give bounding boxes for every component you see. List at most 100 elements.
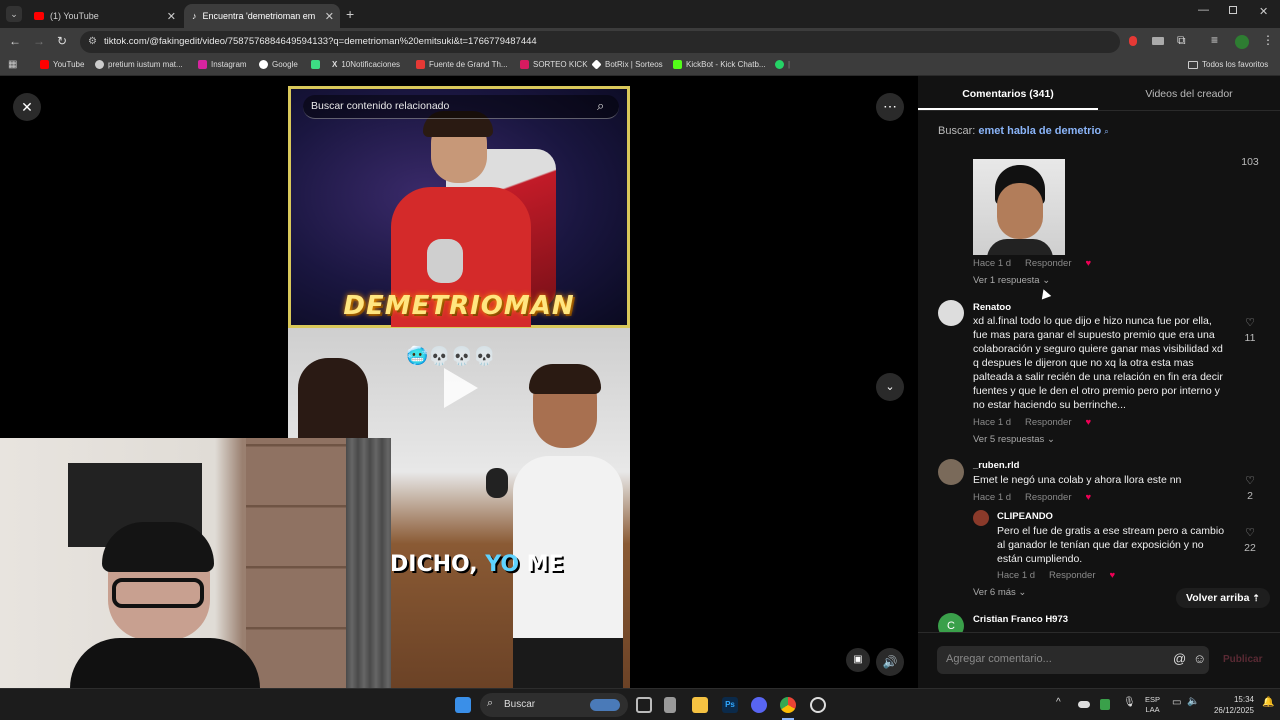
avatar[interactable]	[938, 459, 964, 485]
related-search-bar[interactable]: Buscar contenido relacionado ⌕	[303, 95, 619, 119]
bookmark-gta[interactable]: Fuente de Grand Th...	[416, 60, 508, 69]
more-options-button[interactable]: ⋯	[876, 93, 904, 121]
avatar[interactable]	[973, 510, 989, 526]
comment-username[interactable]: CLIPEANDO	[997, 511, 1053, 522]
comment-text: xd al.final todo lo que dijo e hizo nunc…	[973, 315, 1223, 411]
volume-icon[interactable]: 🔈	[1187, 696, 1199, 707]
add-comment-input[interactable]: Agregar comentario... @ ☺	[937, 646, 1209, 674]
view-replies-button[interactable]: Ver 1 respuesta ⌄	[973, 275, 1050, 286]
address-bar[interactable]: ⚙ tiktok.com/@fakingedit/video/758757688…	[80, 31, 1120, 53]
windows-start-icon[interactable]	[455, 697, 471, 713]
reply-button[interactable]: Responder	[1049, 570, 1095, 581]
reply-button[interactable]: Responder	[1025, 258, 1071, 269]
media-icon[interactable]: ≡	[1211, 33, 1218, 47]
bookmark-youtube[interactable]: YouTube	[40, 60, 84, 69]
pip-button[interactable]: ▣	[846, 648, 870, 672]
puzzle-icon[interactable]: ⧉	[1177, 33, 1186, 48]
widgets-icon[interactable]	[664, 697, 676, 713]
back-icon[interactable]: ←	[9, 34, 21, 48]
bookmark-pretium[interactable]: pretium iustum mat...	[95, 60, 183, 69]
comment-text: Pero el fue de gratis a ese stream pero …	[997, 525, 1225, 565]
close-tab-icon[interactable]: ✕	[167, 10, 176, 23]
creator-like-icon[interactable]: ♥	[1110, 570, 1116, 581]
tab-search-button[interactable]: ⌄	[6, 6, 22, 22]
related-search-input[interactable]: Buscar contenido relacionado	[311, 100, 449, 112]
avatar[interactable]	[938, 300, 964, 326]
input-language[interactable]: ESP LAA	[1145, 695, 1160, 715]
emoji-icon[interactable]: ☺	[1193, 651, 1206, 666]
tab-comments[interactable]: Comentarios (341)	[918, 88, 1098, 100]
apps-icon[interactable]: ▦	[8, 59, 17, 70]
reload-icon[interactable]: ↻	[57, 34, 67, 48]
interview-microphone	[486, 468, 508, 498]
profile-avatar[interactable]	[1235, 35, 1249, 49]
view-more-replies-button[interactable]: Ver 6 más ⌄	[973, 587, 1026, 598]
extension-icon[interactable]	[1152, 37, 1164, 45]
bookmark-label: BotRix | Sorteos	[605, 60, 663, 69]
bookmark-extension[interactable]	[311, 60, 320, 69]
discord-icon[interactable]	[751, 697, 767, 713]
bookmark-instagram[interactable]: Instagram	[198, 60, 247, 69]
comment-username[interactable]: _ruben.rld	[973, 460, 1019, 471]
like-icon[interactable]: ♡	[1240, 526, 1260, 539]
back-to-top-button[interactable]: Volver arriba ⇡	[1176, 588, 1270, 608]
creator-like-icon[interactable]: ♥	[1086, 417, 1092, 428]
bookmark-google[interactable]: Google	[259, 60, 298, 69]
notifications-icon[interactable]: 🔔	[1262, 697, 1274, 708]
like-count: 103	[1241, 156, 1259, 168]
obs-icon[interactable]	[810, 697, 826, 713]
reply-button[interactable]: Responder	[1025, 417, 1071, 428]
tab-tiktok[interactable]: ♪ Encuentra 'demetrioman emits ✕	[184, 4, 340, 28]
task-view-icon[interactable]	[636, 697, 652, 713]
chrome-icon[interactable]	[780, 697, 796, 713]
all-bookmarks-folder[interactable]: Todos los favoritos	[1188, 60, 1268, 69]
comment-username[interactable]: Renatoo	[973, 302, 1011, 313]
comment-image[interactable]	[973, 159, 1065, 255]
forward-icon[interactable]: →	[33, 34, 45, 48]
photoshop-icon[interactable]: Ps	[722, 697, 738, 713]
record-icon[interactable]	[1129, 36, 1137, 46]
bookmark-botrix[interactable]: BotRix | Sorteos	[591, 59, 663, 70]
windows-taskbar: ⌕ Buscar Ps ^ 🎙 ESP LAA ▭ 🔈 15:34 26/12/…	[0, 688, 1280, 720]
creator-like-icon[interactable]: ♥	[1086, 258, 1092, 269]
minimize-icon[interactable]: —	[1198, 4, 1209, 16]
play-icon[interactable]	[444, 368, 478, 408]
mention-icon[interactable]: @	[1173, 651, 1186, 666]
taskbar-search[interactable]: ⌕ Buscar	[480, 693, 628, 717]
search-icon[interactable]: ⌕	[597, 98, 604, 114]
bookmark-kickbot[interactable]: KickBot - Kick Chatb...	[673, 60, 766, 69]
close-window-icon[interactable]: ✕	[1259, 5, 1268, 18]
bookmarks-bar: ▦ YouTube pretium iustum mat... Instagra…	[0, 56, 1280, 76]
like-icon[interactable]: ♡	[1240, 316, 1260, 329]
file-explorer-icon[interactable]	[692, 697, 708, 713]
search-suggestion[interactable]: Buscar: emet habla de demetrio ⌕	[938, 125, 1109, 137]
bookmark-x[interactable]: X 10Notificaciones	[332, 60, 400, 69]
publish-button[interactable]: Publicar	[1223, 654, 1262, 665]
bookmark-label: Fuente de Grand Th...	[429, 60, 508, 69]
bookmark-sorteo[interactable]: SORTEO KICK	[520, 60, 588, 69]
restore-icon[interactable]	[1229, 6, 1237, 14]
close-tab-icon[interactable]: ✕	[325, 10, 334, 23]
menu-icon[interactable]: ⋮	[1262, 33, 1274, 47]
like-icon[interactable]: ♡	[1240, 474, 1260, 487]
comment-time: Hace 1 d	[973, 258, 1012, 269]
tab-creator-videos[interactable]: Videos del creador	[1098, 88, 1280, 100]
comment-username[interactable]: Cristian Franco H973	[973, 614, 1068, 625]
show-hidden-icons[interactable]: ^	[1056, 697, 1061, 708]
vpn-icon[interactable]	[1100, 699, 1110, 710]
onedrive-icon[interactable]	[1078, 701, 1090, 708]
volume-button[interactable]: 🔊	[876, 648, 904, 676]
view-replies-button[interactable]: Ver 5 respuestas ⌄	[973, 434, 1055, 445]
creator-like-icon[interactable]: ♥	[1086, 492, 1092, 503]
clock[interactable]: 15:34 26/12/2025	[1204, 694, 1254, 716]
bookmark-whatsapp[interactable]: |	[775, 60, 790, 69]
site-info-icon[interactable]: ⚙	[88, 31, 97, 53]
next-video-button[interactable]: ⌄	[876, 373, 904, 401]
close-video-button[interactable]: ✕	[13, 93, 41, 121]
emoji-line: 🥶💀💀💀	[406, 346, 496, 366]
microphone-icon[interactable]: 🎙	[1123, 697, 1136, 708]
tab-youtube[interactable]: (1) YouTube ✕	[26, 4, 182, 28]
new-tab-button[interactable]: +	[346, 6, 354, 22]
reply-button[interactable]: Responder	[1025, 492, 1071, 503]
network-icon[interactable]: ▭	[1172, 697, 1181, 708]
